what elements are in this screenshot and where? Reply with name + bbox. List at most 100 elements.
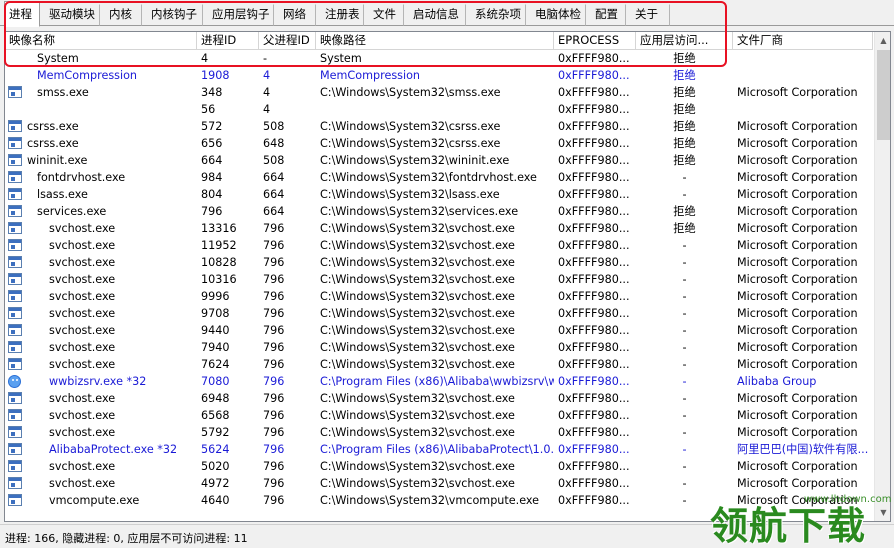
table-row[interactable]: 56 4 0xFFFF980... 拒绝	[5, 101, 873, 118]
cell-name: svchost.exe	[49, 324, 116, 337]
cell-access: -	[682, 358, 687, 371]
tab-10[interactable]: 电脑体检	[530, 4, 586, 26]
cell-name: svchost.exe	[49, 307, 116, 320]
table-row[interactable]: svchost.exe 10316 796 C:\Windows\System32\s…	[5, 271, 873, 288]
cell-eproc: 0xFFFF980...	[558, 256, 630, 269]
process-icon	[8, 324, 22, 336]
table-row[interactable]: services.exe 796 664 C:\Windows\System32\se…	[5, 203, 873, 220]
tab-1[interactable]: 驱动模块	[44, 4, 100, 26]
cell-eproc: 0xFFFF980...	[558, 171, 630, 184]
cell-path: C:\Windows\System32\svchost.exe	[320, 392, 515, 405]
cell-ppid: 796	[263, 358, 285, 371]
table-row[interactable]: svchost.exe 6948 796 C:\Windows\System32\sv…	[5, 390, 873, 407]
table-row[interactable]: svchost.exe 11952 796 C:\Windows\System32\s…	[5, 237, 873, 254]
column-header-0[interactable]: 映像名称	[5, 32, 197, 50]
cell-access: -	[682, 409, 687, 422]
app-window: 进程 驱动模块 内核 内核钩子 应用层钩子 网络 注册表 文件 启动信息 系统杂项 电脑体检 配置 关于…	[0, 0, 894, 548]
cell-access: -	[682, 188, 687, 201]
cell-ppid: 796	[263, 273, 285, 286]
tab-11[interactable]: 配置	[590, 4, 626, 26]
tab-2[interactable]: 内核	[104, 4, 142, 26]
tab-12[interactable]: 关于	[630, 4, 670, 26]
process-icon	[8, 222, 22, 234]
scroll-thumb[interactable]	[877, 50, 890, 140]
table-row[interactable]: MemCompression 1908 4 MemCompression 0xFFFF9…	[5, 67, 873, 84]
table-row[interactable]: svchost.exe 4972 796 C:\Windows\System32\sv…	[5, 475, 873, 492]
vertical-scrollbar[interactable]: ▲ ▼	[874, 32, 890, 521]
tab-5[interactable]: 网络	[278, 4, 316, 26]
cell-eproc: 0xFFFF980...	[558, 392, 630, 405]
cell-ppid: 4	[263, 69, 271, 82]
tab-0[interactable]: 进程	[4, 1, 40, 27]
tab-8[interactable]: 启动信息	[408, 4, 466, 26]
cell-path: C:\Windows\System32\svchost.exe	[320, 460, 515, 473]
cell-pid: 664	[201, 154, 223, 167]
table-row[interactable]: wwbizsrv.exe *32 7080 796 C:\Program Files …	[5, 373, 873, 390]
cell-path: C:\Windows\System32\svchost.exe	[320, 239, 515, 252]
table-row[interactable]: svchost.exe 7624 796 C:\Windows\System32\sv…	[5, 356, 873, 373]
cell-vendor: Microsoft Corporation	[737, 409, 858, 422]
table-row[interactable]: smss.exe 348 4 C:\Windows\System32\smss.exe…	[5, 84, 873, 101]
cell-path: C:\Windows\System32\svchost.exe	[320, 409, 515, 422]
table-row[interactable]: svchost.exe 9996 796 C:\Windows\System32\sv…	[5, 288, 873, 305]
table-row[interactable]: svchost.exe 6568 796 C:\Windows\System32\sv…	[5, 407, 873, 424]
tab-9[interactable]: 系统杂项	[470, 4, 526, 26]
table-row[interactable]: lsass.exe 804 664 C:\Windows\System32\lsass…	[5, 186, 873, 203]
column-header-1[interactable]: 进程ID	[197, 32, 259, 50]
cell-ppid: 508	[263, 120, 285, 133]
cell-eproc: 0xFFFF980...	[558, 205, 630, 218]
tab-6[interactable]: 注册表	[320, 4, 364, 26]
table-row[interactable]: fontdrvhost.exe 984 664 C:\Windows\System32…	[5, 169, 873, 186]
cell-path: C:\Windows\System32\svchost.exe	[320, 358, 515, 371]
cell-eproc: 0xFFFF980...	[558, 290, 630, 303]
cell-eproc: 0xFFFF980...	[558, 409, 630, 422]
tab-7[interactable]: 文件	[368, 4, 404, 26]
cell-vendor	[733, 50, 873, 67]
table-row[interactable]: AlibabaProtect.exe *32 5624 796 C:\Program …	[5, 441, 873, 458]
table-row[interactable]: svchost.exe 5020 796 C:\Windows\System32\sv…	[5, 458, 873, 475]
cell-name: svchost.exe	[49, 273, 116, 286]
cell-access: -	[682, 443, 687, 456]
column-header-2[interactable]: 父进程ID	[259, 32, 316, 50]
table-row[interactable]: System 4 - System 0xFFFF980... 拒绝	[5, 50, 873, 67]
cell-ppid: 796	[263, 307, 285, 320]
cell-vendor: Microsoft Corporation	[737, 205, 858, 218]
cell-ppid: -	[263, 52, 268, 65]
cell-vendor: Microsoft Corporation	[737, 460, 858, 473]
table-row[interactable]: csrss.exe 572 508 C:\Windows\System32\csrss…	[5, 118, 873, 135]
table-row[interactable]: svchost.exe 9440 796 C:\Windows\System32\sv…	[5, 322, 873, 339]
cell-path: C:\Windows\System32\svchost.exe	[320, 307, 515, 320]
cell-eproc: 0xFFFF980...	[558, 86, 630, 99]
process-icon	[8, 205, 22, 217]
table-row[interactable]: svchost.exe 5792 796 C:\Windows\System32\sv…	[5, 424, 873, 441]
cell-ppid: 796	[263, 443, 285, 456]
cell-path: C:\Windows\System32\smss.exe	[320, 86, 501, 99]
tab-3[interactable]: 内核钩子	[146, 4, 203, 26]
column-header-4[interactable]: EPROCESS	[554, 32, 636, 50]
cell-name: wwbizsrv.exe *32	[49, 375, 147, 388]
table-row[interactable]: svchost.exe 10828 796 C:\Windows\System32\s…	[5, 254, 873, 271]
process-list[interactable]: 映像名称 进程ID 父进程ID 映像路径 EPROCESS 应用层访问... 文件厂商 Sy…	[4, 31, 891, 522]
table-row[interactable]: wininit.exe 664 508 C:\Windows\System32\win…	[5, 152, 873, 169]
scroll-up-icon[interactable]: ▲	[875, 32, 890, 49]
process-icon	[8, 392, 22, 404]
table-row[interactable]: svchost.exe 7940 796 C:\Windows\System32\sv…	[5, 339, 873, 356]
process-icon	[8, 273, 22, 285]
column-header-3[interactable]: 映像路径	[316, 32, 554, 50]
cell-path: C:\Windows\System32\fontdrvhost.exe	[320, 171, 537, 184]
status-text: 进程: 166, 隐藏进程: 0, 应用层不可访问进程: 11	[5, 532, 248, 545]
cell-pid: 7080	[201, 375, 230, 388]
cell-pid: 984	[201, 171, 223, 184]
tab-4[interactable]: 应用层钩子	[207, 4, 274, 26]
table-row[interactable]: svchost.exe 9708 796 C:\Windows\System32\sv…	[5, 305, 873, 322]
cell-path: C:\Windows\System32\svchost.exe	[320, 273, 515, 286]
table-row[interactable]: svchost.exe 13316 796 C:\Windows\System32\s…	[5, 220, 873, 237]
column-header-6[interactable]: 文件厂商	[733, 32, 873, 50]
watermark: www.lhdown.com 领航下载	[708, 492, 894, 548]
cell-vendor: Microsoft Corporation	[737, 86, 858, 99]
column-header-5[interactable]: 应用层访问...	[636, 32, 733, 50]
cell-ppid: 796	[263, 460, 285, 473]
cell-access: -	[682, 375, 687, 388]
cell-name: svchost.exe	[49, 409, 116, 422]
table-row[interactable]: csrss.exe 656 648 C:\Windows\System32\csrss…	[5, 135, 873, 152]
